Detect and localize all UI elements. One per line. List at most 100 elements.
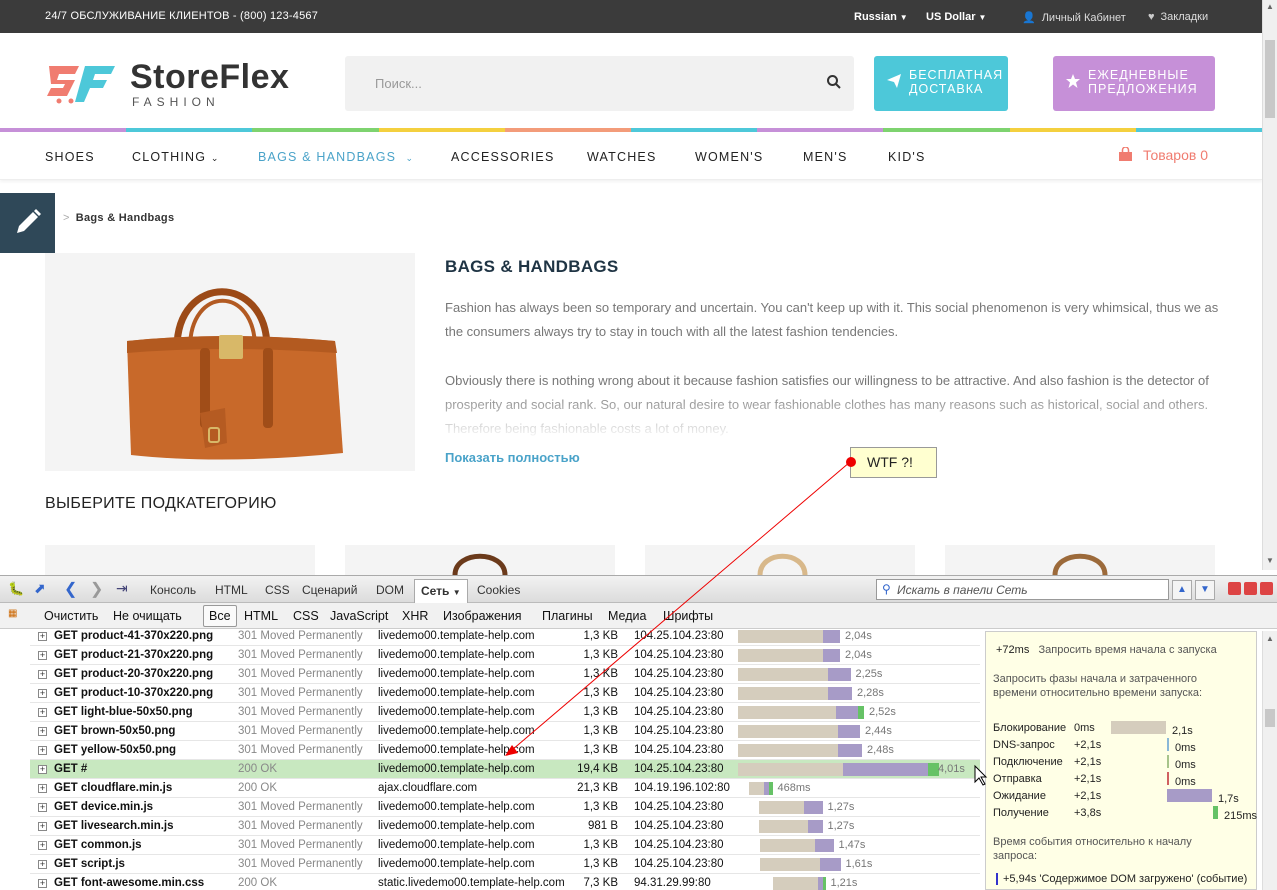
network-request-row[interactable]: + GET font-awesome.min.css 200 OK static.li… [30, 874, 980, 890]
network-request-row[interactable]: + GET device.min.js 301 Moved Permanently l… [30, 798, 980, 817]
persist-button[interactable]: Не очищать [113, 609, 182, 623]
subcategory-heading: ВЫБЕРИТЕ ПОДКАТЕГОРИЮ [45, 495, 277, 512]
network-search-input[interactable]: ⚲ Искать в панели Сеть [876, 579, 1169, 600]
filter-fonts[interactable]: Шрифты [663, 609, 713, 623]
tab-dom[interactable]: DOM [376, 583, 404, 597]
expand-icon[interactable]: + [38, 651, 47, 660]
detach-icon[interactable] [1244, 582, 1257, 595]
firebug-bug-icon[interactable]: 🐛 [8, 581, 24, 597]
tab-network[interactable]: Сеть ▼ [414, 579, 468, 604]
forward-arrow-icon[interactable]: ❯ [90, 579, 103, 599]
request-domain: livedemo00.template-help.com [378, 763, 535, 775]
filter-html[interactable]: HTML [244, 609, 278, 623]
network-request-row[interactable]: + GET product-41-370x220.png 301 Moved Per… [30, 627, 980, 646]
subcategory-card[interactable] [945, 545, 1215, 576]
timing-bar [759, 820, 808, 833]
network-request-row[interactable]: + GET common.js 301 Moved Permanently lived… [30, 836, 980, 855]
expand-icon[interactable]: + [38, 632, 47, 641]
filter-plugins[interactable]: Плагины [542, 609, 593, 623]
expand-icon[interactable]: + [38, 841, 47, 850]
nav-watches[interactable]: WATCHES [587, 150, 657, 164]
search-prev-button[interactable]: ▲ [1172, 580, 1192, 600]
firebug-scrollbar[interactable]: ▲ [1262, 631, 1277, 890]
minimize-icon[interactable] [1228, 582, 1241, 595]
network-request-row[interactable]: + GET light-blue-50x50.png 301 Moved Perma… [30, 703, 980, 722]
account-link[interactable]: 👤 Личный Кабинет [1022, 11, 1126, 24]
filter-javascript[interactable]: JavaScript [330, 609, 388, 623]
phase-bar [1167, 789, 1212, 802]
nav-bags-handbags[interactable]: BAGS & HANDBAGS ⌄ [258, 150, 414, 164]
tab-html[interactable]: HTML [215, 583, 248, 597]
scrollbar-thumb[interactable] [1265, 40, 1275, 118]
subcategory-card[interactable] [645, 545, 915, 576]
filter-media[interactable]: Медиа [608, 609, 646, 623]
tab-css[interactable]: CSS [265, 583, 290, 597]
show-more-link[interactable]: Показать полностью [445, 450, 580, 465]
tab-cookies[interactable]: Cookies [477, 583, 520, 597]
expand-icon[interactable]: + [38, 765, 47, 774]
inspect-icon[interactable]: ⬈ [34, 580, 46, 597]
filter-css[interactable]: CSS [293, 609, 319, 623]
subcategory-card[interactable] [345, 545, 615, 576]
expand-icon[interactable]: + [38, 784, 47, 793]
nav-kids[interactable]: KID'S [888, 150, 926, 164]
annotation-note: WTF ?! [846, 447, 937, 478]
nav-mens[interactable]: MEN'S [803, 150, 848, 164]
search-input[interactable] [345, 56, 815, 111]
clear-button[interactable]: Очистить [44, 609, 98, 623]
tab-console[interactable]: Консоль [150, 583, 196, 597]
expand-icon[interactable]: + [38, 822, 47, 831]
free-shipping-button[interactable]: БЕСПЛАТНАЯ ДОСТАВКА [874, 56, 1008, 111]
expand-icon[interactable]: + [38, 727, 47, 736]
network-request-row[interactable]: + GET script.js 301 Moved Permanently lived… [30, 855, 980, 874]
expand-icon[interactable]: + [38, 689, 47, 698]
network-request-row[interactable]: + GET cloudflare.min.js 200 OK ajax.cloudfl… [30, 779, 980, 798]
search-next-button[interactable]: ▼ [1195, 580, 1215, 600]
scroll-up-arrow-icon[interactable]: ▲ [1266, 634, 1274, 643]
expand-icon[interactable]: + [38, 670, 47, 679]
command-line-icon[interactable]: ⇥ [116, 580, 128, 597]
edit-button[interactable] [0, 193, 55, 253]
search-icon[interactable] [826, 74, 842, 90]
language-selector[interactable]: Russian ▼ [854, 11, 908, 23]
brand-name: StoreFlex [130, 58, 290, 96]
phase-name: Отправка [993, 773, 1042, 785]
network-request-row[interactable]: + GET brown-50x50.png 301 Moved Permanentl… [30, 722, 980, 741]
daily-deals-button[interactable]: ЕЖЕДНЕВНЫЕ ПРЕДЛОЖЕНИЯ [1053, 56, 1215, 111]
network-request-row[interactable]: + GET # 200 OK livedemo00.template-help.com… [30, 760, 980, 779]
wishlist-link[interactable]: ♥ Закладки [1148, 11, 1208, 23]
filter-xhr[interactable]: XHR [402, 609, 428, 623]
network-request-row[interactable]: + GET product-21-370x220.png 301 Moved Per… [30, 646, 980, 665]
expand-icon[interactable]: + [38, 879, 47, 888]
expand-icon[interactable]: + [38, 803, 47, 812]
nav-accessories[interactable]: ACCESSORIES [451, 150, 555, 164]
network-request-row[interactable]: + GET yellow-50x50.png 301 Moved Permanent… [30, 741, 980, 760]
nav-shoes[interactable]: SHOES [45, 150, 95, 164]
phase-duration: 215ms [1224, 810, 1258, 822]
expand-icon[interactable]: + [38, 860, 47, 869]
network-request-row[interactable]: + GET product-10-370x220.png 301 Moved Per… [30, 684, 980, 703]
subcategory-card[interactable] [45, 545, 315, 575]
nav-clothing[interactable]: CLOTHING ⌄ [132, 150, 220, 164]
xhr-breakpoint-icon[interactable]: ▦ [8, 608, 17, 619]
cart-link[interactable]: Товаров 0 [1118, 146, 1208, 163]
timing-bar [738, 763, 843, 776]
scrollbar-thumb[interactable] [1265, 709, 1275, 727]
scroll-up-arrow-icon[interactable]: ▲ [1266, 2, 1274, 11]
expand-icon[interactable]: + [38, 708, 47, 717]
network-request-row[interactable]: + GET product-20-370x220.png 301 Moved Per… [30, 665, 980, 684]
expand-icon[interactable]: + [38, 746, 47, 755]
filter-all[interactable]: Все [203, 605, 237, 627]
close-icon[interactable] [1260, 582, 1273, 595]
nav-womens[interactable]: WOMEN'S [695, 150, 763, 164]
request-domain: livedemo00.template-help.com [378, 706, 535, 718]
currency-selector[interactable]: US Dollar ▼ [926, 11, 986, 23]
filter-images[interactable]: Изображения [443, 609, 522, 623]
tab-script[interactable]: Сценарий [302, 583, 357, 597]
store-logo[interactable]: StoreFlex FASHION [45, 58, 325, 109]
scroll-down-arrow-icon[interactable]: ▼ [1266, 556, 1274, 565]
network-request-row[interactable]: + GET livesearch.min.js 301 Moved Permanen… [30, 817, 980, 836]
request-size: 1,3 KB [583, 839, 618, 851]
back-arrow-icon[interactable]: ❮ [64, 579, 77, 599]
page-scrollbar[interactable]: ▲ ▼ [1262, 0, 1277, 570]
